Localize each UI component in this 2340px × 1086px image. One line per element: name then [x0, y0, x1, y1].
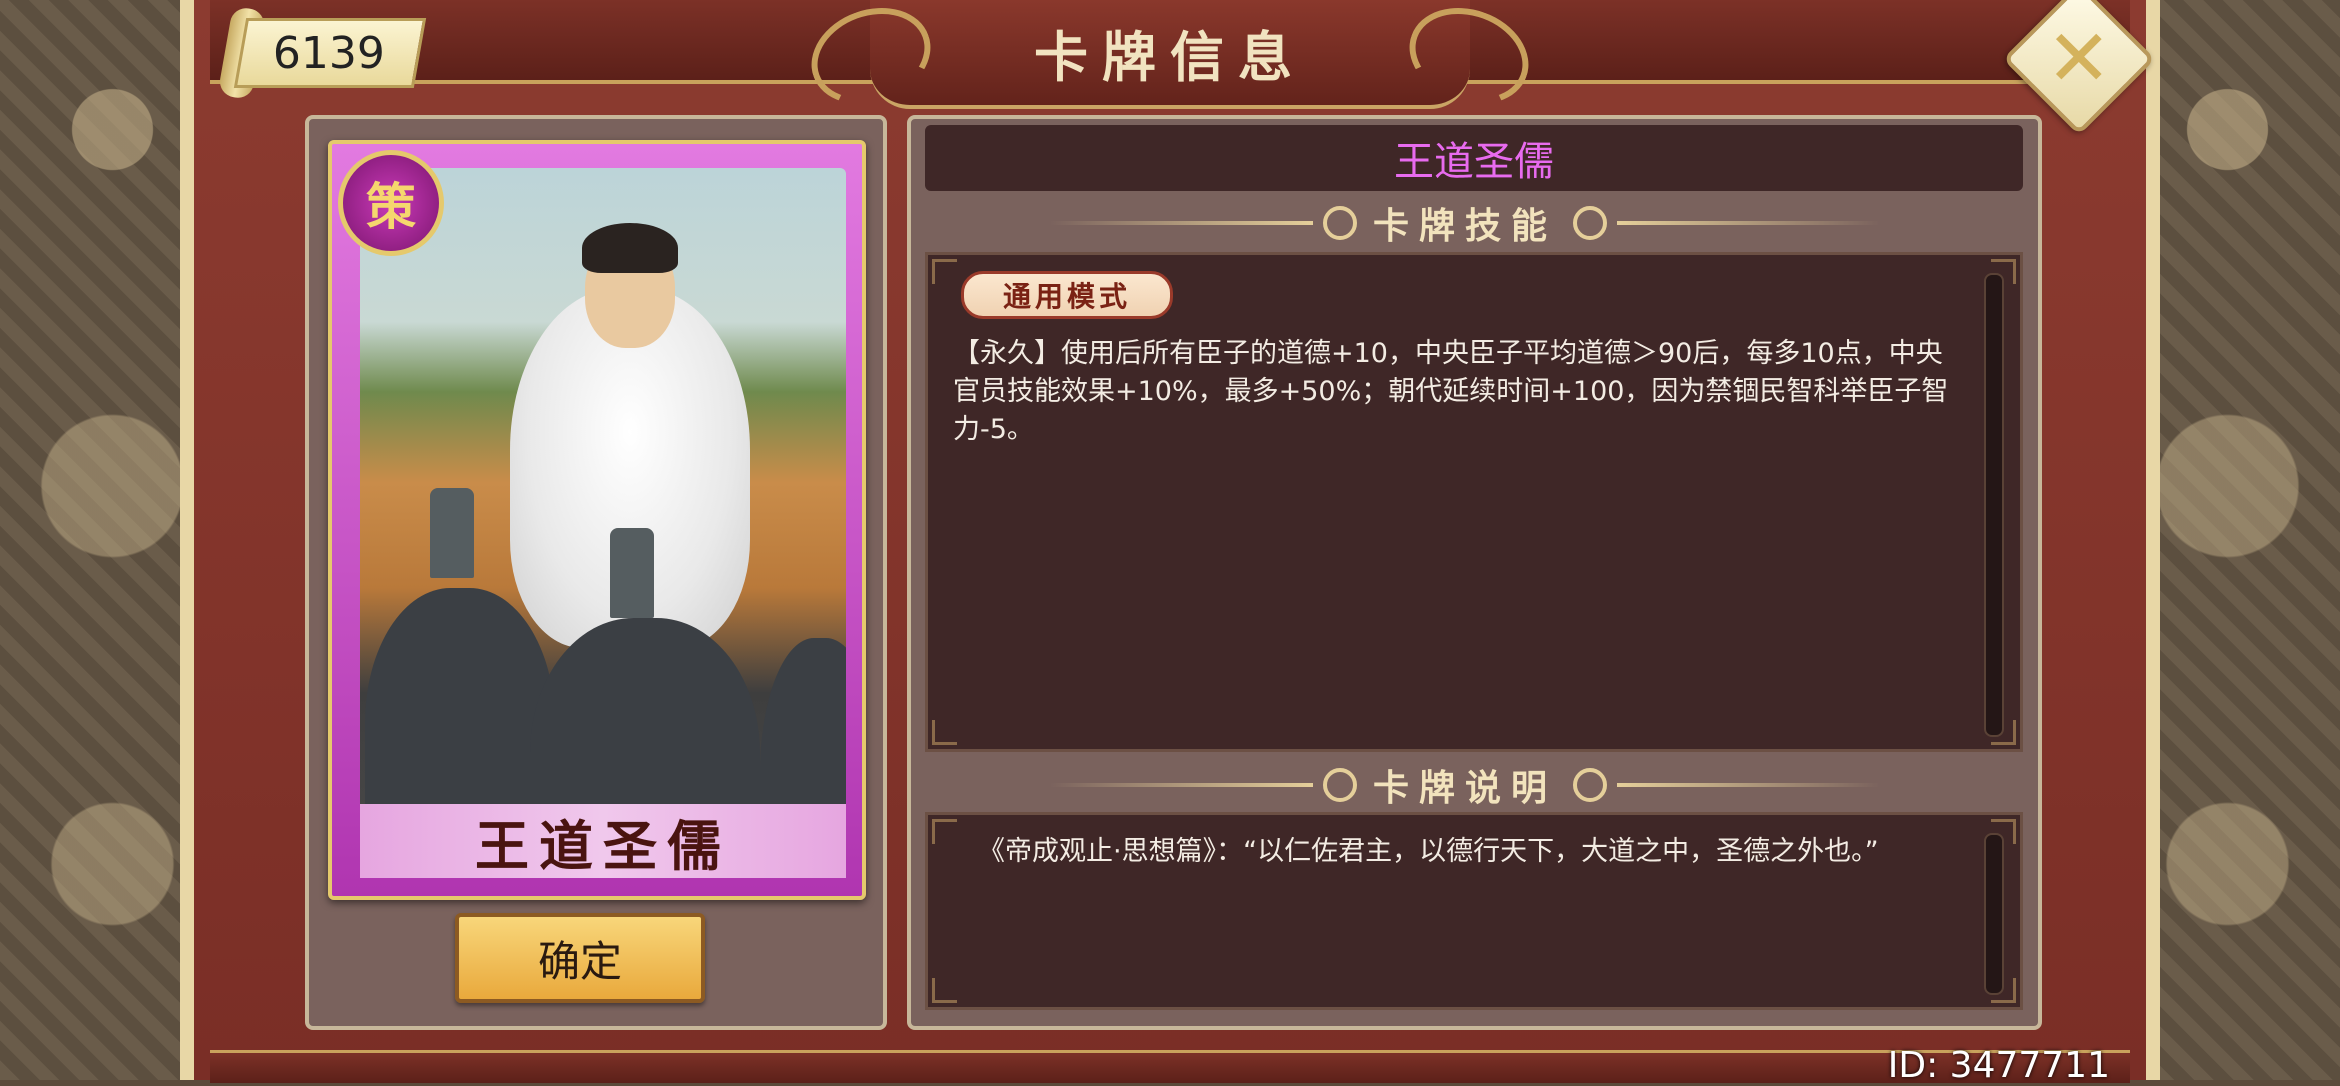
- heading-line: [1050, 783, 1313, 787]
- corner-ornament: [932, 978, 957, 1003]
- coin-value: 6139: [273, 27, 385, 79]
- medal-character: 策: [366, 177, 416, 236]
- title-plate: 卡牌信息: [797, 0, 1543, 121]
- page-title: 卡牌信息: [1034, 26, 1306, 89]
- swirl-ornament-icon: [1573, 206, 1608, 240]
- card-description: 《帝成观止·思想篇》：“以仁佐君主，以德行天下，大道之中，圣德之外也。”: [978, 836, 1879, 867]
- description-box[interactable]: 《帝成观止·思想篇》：“以仁佐君主，以德行天下，大道之中，圣德之外也。”: [925, 812, 2023, 1010]
- card-name: 王道圣儒: [1394, 139, 1554, 185]
- card-name-banner: 王道圣儒: [360, 804, 846, 878]
- description-scrollbar[interactable]: [1984, 833, 2004, 995]
- card-type-medal: 策: [338, 150, 444, 256]
- student-hat: [610, 528, 654, 618]
- confirm-button[interactable]: 确定: [455, 913, 705, 1003]
- swirl-ornament-icon: [1573, 768, 1608, 802]
- coin-counter: 6139: [233, 18, 427, 88]
- skill-heading-label: 卡牌技能: [1373, 206, 1558, 247]
- skill-box[interactable]: 通用模式 【永久】使用后所有臣子的道德+10，中央臣子平均道德＞90后，每多10…: [925, 252, 2023, 752]
- heading-line: [1050, 221, 1313, 225]
- swirl-ornament-icon: [1323, 768, 1357, 802]
- bottom-bar: [210, 1050, 2130, 1083]
- close-icon: ✕: [2046, 13, 2112, 104]
- corner-ornament: [932, 720, 957, 745]
- mode-tag-label: 通用模式: [1002, 280, 1131, 313]
- heading-line: [1617, 783, 1881, 787]
- corner-ornament: [932, 819, 957, 844]
- description-heading: 卡牌说明: [1050, 760, 1881, 810]
- card-image: 王道圣儒: [328, 140, 866, 900]
- sage-hair: [582, 223, 678, 273]
- skill-scrollbar[interactable]: [1984, 273, 2004, 737]
- mode-tag: 通用模式: [961, 271, 1173, 319]
- corner-ornament: [932, 259, 957, 284]
- description-heading-label: 卡牌说明: [1373, 768, 1558, 809]
- card-artwork: [360, 168, 846, 868]
- swirl-ornament-icon: [1323, 206, 1357, 240]
- skill-description: 【永久】使用后所有臣子的道德+10，中央臣子平均道德＞90后，每多10点，中央官…: [953, 338, 1949, 445]
- card-banner-name: 王道圣儒: [475, 813, 731, 878]
- card-name-bar: 王道圣儒: [925, 125, 2023, 191]
- student-hat: [430, 488, 474, 578]
- skill-heading: 卡牌技能: [1050, 198, 1881, 248]
- confirm-button-label: 确定: [537, 936, 622, 986]
- heading-line: [1617, 221, 1881, 225]
